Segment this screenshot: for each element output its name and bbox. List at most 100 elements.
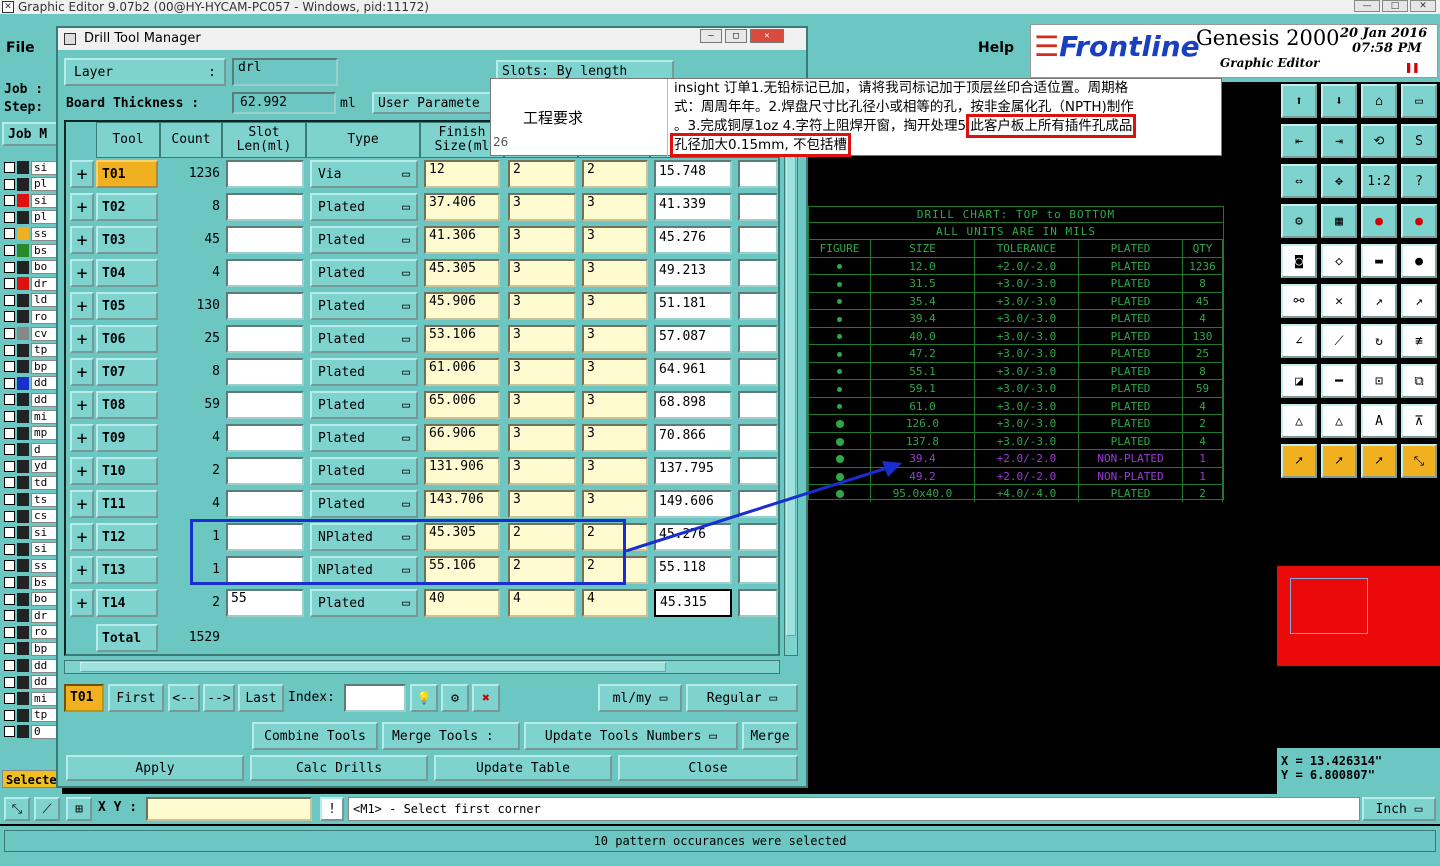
- rotate-icon[interactable]: ⟲: [1361, 124, 1397, 158]
- close-button[interactable]: Close: [618, 755, 798, 781]
- slot-length-input[interactable]: [226, 292, 304, 320]
- xy-input[interactable]: [146, 797, 312, 821]
- layer-row[interactable]: si: [4, 193, 60, 208]
- connect-icon[interactable]: ⚯: [1281, 284, 1317, 318]
- layer-checkbox[interactable]: [4, 228, 15, 240]
- tolerance-minus-input[interactable]: 3: [582, 226, 648, 254]
- extra-input[interactable]: [738, 424, 778, 452]
- tolerance-minus-input[interactable]: 3: [582, 259, 648, 287]
- layer-checkbox[interactable]: [4, 361, 15, 373]
- triangle-icon[interactable]: △: [1281, 404, 1317, 438]
- dialog-minimize-button[interactable]: —: [700, 29, 722, 43]
- layer-row[interactable]: ss: [4, 558, 60, 573]
- expand-row-button[interactable]: +: [70, 457, 94, 485]
- layer-row[interactable]: mp: [4, 426, 60, 441]
- layer-checkbox[interactable]: [4, 394, 15, 406]
- layer-checkbox[interactable]: [4, 211, 15, 223]
- type-dropdown[interactable]: Plated ▭: [310, 358, 418, 386]
- finish-size-input[interactable]: 12: [424, 160, 500, 188]
- extra-input[interactable]: [738, 589, 778, 617]
- layer-checkbox[interactable]: [4, 709, 15, 721]
- layer-checkbox[interactable]: [4, 676, 15, 688]
- slot-length-input[interactable]: [226, 193, 304, 221]
- snap-left-icon[interactable]: ⇤: [1281, 124, 1317, 158]
- expand-row-button[interactable]: +: [70, 292, 94, 320]
- type-dropdown[interactable]: Via ▭: [310, 160, 418, 188]
- tool-id[interactable]: T01: [96, 160, 158, 188]
- drill-size-input[interactable]: 70.866: [654, 424, 732, 452]
- layer-row[interactable]: ld: [4, 293, 60, 308]
- slot-length-input[interactable]: [226, 424, 304, 452]
- maximize-button[interactable]: □: [1382, 0, 1408, 12]
- layer-checkbox[interactable]: [4, 610, 15, 622]
- type-dropdown[interactable]: Plated ▭: [310, 490, 418, 518]
- expand-row-button[interactable]: +: [70, 259, 94, 287]
- layer-row[interactable]: bs: [4, 243, 60, 258]
- edit-shape-icon[interactable]: ◇: [1321, 244, 1357, 278]
- type-dropdown[interactable]: Plated ▭: [310, 325, 418, 353]
- type-dropdown[interactable]: Plated ▭: [310, 457, 418, 485]
- tolerance-plus-input[interactable]: 3: [508, 457, 576, 485]
- layer-row[interactable]: dd: [4, 675, 60, 690]
- tool-id[interactable]: T13: [96, 556, 158, 584]
- tolerance-plus-input[interactable]: 3: [508, 226, 576, 254]
- layer-checkbox[interactable]: [4, 693, 15, 705]
- help-icon[interactable]: ?: [1401, 164, 1437, 198]
- slot-length-input[interactable]: 55: [226, 589, 304, 617]
- layer-row[interactable]: ro: [4, 625, 60, 640]
- pointer-circle-icon[interactable]: ➚: [1361, 444, 1397, 478]
- layer-row[interactable]: pl: [4, 177, 60, 192]
- tolerance-plus-input[interactable]: 4: [508, 589, 576, 617]
- settings-icon[interactable]: ⚙: [1281, 204, 1317, 238]
- layer-checkbox[interactable]: [4, 427, 15, 439]
- extra-input[interactable]: [738, 292, 778, 320]
- layer-checkbox[interactable]: [4, 477, 15, 489]
- layer-checkbox[interactable]: [4, 162, 15, 173]
- measure-icon[interactable]: ⟋: [34, 797, 60, 821]
- layer-checkbox[interactable]: [4, 178, 15, 190]
- type-dropdown[interactable]: Plated ▭: [310, 292, 418, 320]
- extra-input[interactable]: [738, 391, 778, 419]
- layer-row[interactable]: 0: [4, 724, 60, 739]
- finish-size-input[interactable]: 65.006: [424, 391, 500, 419]
- fit-icon[interactable]: ⇔: [1281, 164, 1317, 198]
- type-dropdown[interactable]: Plated ▭: [310, 259, 418, 287]
- tolerance-plus-input[interactable]: 3: [508, 259, 576, 287]
- first-button[interactable]: First: [108, 684, 164, 712]
- drill-size-input[interactable]: 64.961: [654, 358, 732, 386]
- slot-length-input[interactable]: [226, 226, 304, 254]
- tool-id[interactable]: T03: [96, 226, 158, 254]
- menu-file[interactable]: File: [6, 40, 35, 56]
- slot-length-input[interactable]: [226, 457, 304, 485]
- type-dropdown[interactable]: Plated ▭: [310, 424, 418, 452]
- layer-row[interactable]: cs: [4, 509, 60, 524]
- layer-row[interactable]: dd: [4, 658, 60, 673]
- next-button[interactable]: -->: [203, 684, 235, 712]
- units-selector[interactable]: Inch ▭: [1362, 797, 1436, 821]
- tolerance-minus-input[interactable]: 3: [582, 193, 648, 221]
- tool-id[interactable]: T04: [96, 259, 158, 287]
- tolerance-minus-input[interactable]: 3: [582, 424, 648, 452]
- layer-checkbox[interactable]: [4, 344, 15, 356]
- update-table-button[interactable]: Update Table: [434, 755, 612, 781]
- tool-id[interactable]: T10: [96, 457, 158, 485]
- align-icon[interactable]: ⊼: [1401, 404, 1437, 438]
- tolerance-plus-input[interactable]: 3: [508, 391, 576, 419]
- finish-size-input[interactable]: 41.306: [424, 226, 500, 254]
- tool-id[interactable]: T11: [96, 490, 158, 518]
- layer-checkbox[interactable]: [4, 294, 15, 306]
- tolerance-plus-input[interactable]: 2: [508, 160, 576, 188]
- dialog-maximize-button[interactable]: □: [725, 29, 747, 43]
- layer-checkbox[interactable]: [4, 626, 15, 638]
- tolerance-minus-input[interactable]: 3: [582, 391, 648, 419]
- text-icon[interactable]: ≢: [1401, 324, 1437, 358]
- layer-row[interactable]: ss: [4, 226, 60, 241]
- user-parameters-button[interactable]: User Paramete: [372, 92, 492, 114]
- extra-input[interactable]: [738, 358, 778, 386]
- layer-row[interactable]: si: [4, 542, 60, 557]
- slot-length-input[interactable]: [226, 259, 304, 287]
- tolerance-minus-input[interactable]: 3: [582, 358, 648, 386]
- last-button[interactable]: Last: [238, 684, 284, 712]
- scale-icon[interactable]: 1:2: [1361, 164, 1397, 198]
- type-dropdown[interactable]: Plated ▭: [310, 193, 418, 221]
